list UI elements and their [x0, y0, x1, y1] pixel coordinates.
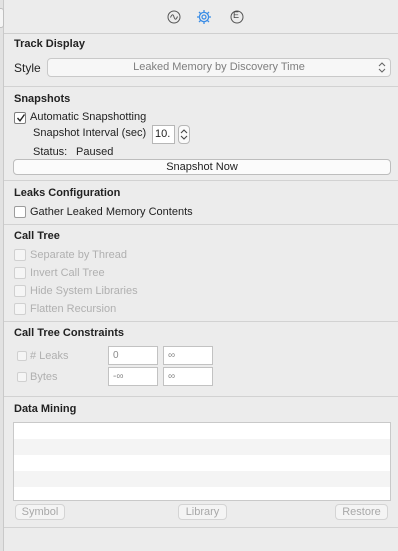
separate-by-thread-checkbox[interactable] [14, 249, 26, 261]
restore-button[interactable]: Restore [335, 504, 388, 520]
leaks-constraint-checkbox[interactable] [17, 351, 27, 361]
divider [4, 321, 398, 322]
status-label: Status: [33, 146, 68, 158]
divider [4, 86, 398, 87]
style-label: Style [14, 61, 41, 75]
invert-call-tree-checkbox[interactable] [14, 267, 26, 279]
symbol-button[interactable]: Symbol [15, 504, 65, 520]
library-button[interactable]: Library [178, 504, 227, 520]
automatic-snapshotting-label: Automatic Snapshotting [30, 111, 147, 123]
snapshot-interval-field[interactable]: 10. [152, 125, 175, 144]
flatten-recursion-label: Flatten Recursion [30, 303, 117, 315]
snapshots-title: Snapshots [14, 93, 71, 105]
bytes-min-field[interactable]: -∞ [108, 367, 158, 386]
hide-system-libraries-checkbox[interactable] [14, 285, 26, 297]
automatic-snapshotting-checkbox[interactable] [14, 112, 26, 124]
waveform-icon[interactable] [166, 9, 182, 25]
invert-call-tree-label: Invert Call Tree [30, 267, 105, 279]
left-panel-edge [0, 0, 4, 551]
status-value: Paused [76, 146, 114, 158]
snapshot-interval-label: Snapshot Interval (sec) [33, 127, 147, 139]
call-tree-title: Call Tree [14, 230, 60, 242]
call-tree-constraints-title: Call Tree Constraints [14, 327, 125, 339]
gather-leaked-memory-checkbox[interactable] [14, 206, 26, 218]
leaks-max-field[interactable]: ∞ [163, 346, 213, 365]
leaks-constraint-label: # Leaks [30, 350, 69, 362]
table-row [14, 423, 390, 439]
bytes-max-field[interactable]: ∞ [163, 367, 213, 386]
data-mining-title: Data Mining [14, 403, 77, 415]
gear-icon[interactable] [196, 9, 212, 25]
checkmark-icon [16, 114, 26, 122]
gather-leaked-memory-label: Gather Leaked Memory Contents [30, 206, 193, 218]
leaks-min-field[interactable]: 0 [108, 346, 158, 365]
track-display-title: Track Display [14, 38, 85, 50]
style-select[interactable]: Leaked Memory by Discovery Time [47, 58, 391, 77]
select-arrows-icon [378, 62, 386, 73]
divider [4, 224, 398, 225]
stepper-arrows-icon [180, 129, 188, 140]
hide-system-libraries-label: Hide System Libraries [30, 285, 138, 297]
bytes-constraint-checkbox[interactable] [17, 372, 27, 382]
table-row [14, 487, 390, 503]
table-row [14, 455, 390, 471]
divider [4, 527, 398, 528]
table-row [14, 471, 390, 487]
extended-detail-icon[interactable]: E [229, 9, 245, 25]
inspector-tab-bar: E [4, 0, 398, 34]
separate-by-thread-label: Separate by Thread [30, 249, 128, 261]
divider [4, 180, 398, 181]
divider [4, 396, 398, 397]
extended-detail-glyph: E [233, 10, 240, 20]
style-select-value: Leaked Memory by Discovery Time [133, 61, 305, 73]
snapshot-now-button[interactable]: Snapshot Now [13, 159, 391, 175]
leaks-configuration-title: Leaks Configuration [14, 187, 121, 199]
table-row [14, 439, 390, 455]
bytes-constraint-label: Bytes [30, 371, 58, 383]
snapshot-interval-stepper[interactable] [178, 125, 190, 144]
data-mining-table[interactable] [13, 422, 391, 501]
flatten-recursion-checkbox[interactable] [14, 303, 26, 315]
